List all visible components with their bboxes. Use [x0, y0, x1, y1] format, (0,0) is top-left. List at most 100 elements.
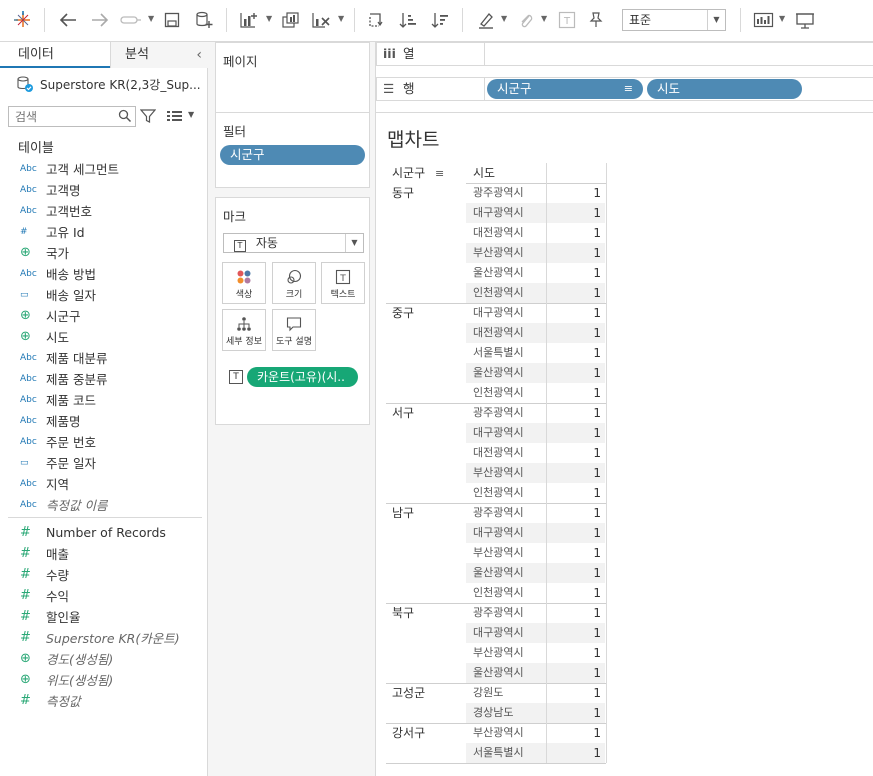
- table-row[interactable]: 부산광역시 1: [386, 543, 606, 563]
- table-row[interactable]: 대구광역시 1: [386, 423, 606, 443]
- group-members-icon[interactable]: [514, 8, 538, 32]
- table-row[interactable]: 대구광역시 1: [386, 523, 606, 543]
- field-item[interactable]: # 매출: [0, 543, 207, 564]
- table-row[interactable]: 고성군 강원도 1: [386, 683, 606, 703]
- header-sigungu[interactable]: 시군구 ≡: [392, 163, 444, 183]
- table-row[interactable]: 울산광역시 1: [386, 563, 606, 583]
- rows-shelf[interactable]: ☰ 행 시군구 ≡ 시도: [376, 77, 873, 101]
- table-row[interactable]: 동구 광주광역시 1: [386, 183, 606, 203]
- duplicate-sheet-icon[interactable]: [278, 8, 304, 32]
- table-row[interactable]: 강서구 부산광역시 1: [386, 723, 606, 743]
- table-row[interactable]: 부산광역시 1: [386, 643, 606, 663]
- field-item[interactable]: Abc 제품 코드: [0, 389, 207, 410]
- show-mark-labels-icon[interactable]: T: [554, 8, 580, 32]
- group-caret-icon[interactable]: ▼: [541, 14, 547, 23]
- row-pill-sido[interactable]: 시도: [647, 79, 802, 99]
- save-icon[interactable]: [160, 8, 184, 32]
- field-item[interactable]: ⊕ 국가: [0, 242, 207, 263]
- filters-card[interactable]: 필터 시군구: [215, 112, 370, 188]
- table-row[interactable]: 인천광역시 1: [386, 583, 606, 603]
- search-input[interactable]: [8, 106, 136, 127]
- field-item[interactable]: ▭ 주문 일자: [0, 452, 207, 473]
- clear-sheet-icon[interactable]: [308, 8, 334, 32]
- header-sido[interactable]: 시도: [473, 163, 495, 183]
- view-list-icon[interactable]: [166, 109, 184, 123]
- table-row[interactable]: 경상남도 1: [386, 703, 606, 723]
- field-item[interactable]: ⊕ 시도: [0, 326, 207, 347]
- field-item[interactable]: Abc 제품명: [0, 410, 207, 431]
- field-item[interactable]: ▭ 배송 일자: [0, 284, 207, 305]
- field-item[interactable]: Abc 제품 대분류: [0, 347, 207, 368]
- columns-shelf[interactable]: iii 열: [376, 42, 873, 66]
- presentation-mode-icon[interactable]: [792, 8, 818, 32]
- highlight-icon[interactable]: [474, 8, 498, 32]
- clear-sheet-caret-icon[interactable]: ▼: [338, 14, 344, 23]
- mark-measure-pill[interactable]: 카운트(고유)(시..: [247, 367, 358, 387]
- table-row[interactable]: 인천광역시 1: [386, 383, 606, 403]
- table-row[interactable]: 서울특별시 1: [386, 343, 606, 363]
- mark-tooltip-button[interactable]: 도구 설명: [272, 309, 316, 351]
- field-item[interactable]: # 측정값: [0, 690, 207, 711]
- table-row[interactable]: 부산광역시 1: [386, 463, 606, 483]
- filter-pill[interactable]: 시군구: [220, 145, 365, 165]
- row-pill-sigungu[interactable]: 시군구 ≡: [487, 79, 643, 99]
- pin-icon[interactable]: [584, 8, 608, 32]
- field-item[interactable]: # Superstore KR(카운트): [0, 627, 207, 648]
- table-row[interactable]: 대전광역시 1: [386, 223, 606, 243]
- tableau-logo-icon[interactable]: [10, 8, 36, 32]
- swap-rows-columns-icon[interactable]: [364, 8, 388, 32]
- undo-icon[interactable]: [56, 8, 80, 32]
- field-item[interactable]: # Number of Records: [0, 522, 207, 543]
- table-row[interactable]: 인천광역시 1: [386, 283, 606, 303]
- show-cards-icon[interactable]: [750, 8, 778, 32]
- sort-ascending-icon[interactable]: [396, 8, 420, 32]
- fit-dropdown[interactable]: 표준 ▼: [622, 9, 726, 31]
- table-row[interactable]: 울산광역시 1: [386, 663, 606, 683]
- table-row[interactable]: 서구 광주광역시 1: [386, 403, 606, 423]
- view-list-caret-icon[interactable]: ▼: [188, 110, 194, 119]
- field-item[interactable]: Abc 측정값 이름: [0, 494, 207, 515]
- mark-color-button[interactable]: 색상: [222, 262, 266, 304]
- mark-type-dropdown[interactable]: T 자동 ▼: [223, 233, 364, 253]
- field-item[interactable]: ⊕ 시군구: [0, 305, 207, 326]
- field-item[interactable]: # 수량: [0, 564, 207, 585]
- table-row[interactable]: 대구광역시 1: [386, 203, 606, 223]
- mark-text-button[interactable]: T 텍스트: [321, 262, 365, 304]
- filter-icon[interactable]: [140, 108, 156, 124]
- replay-icon[interactable]: [118, 8, 144, 32]
- field-item[interactable]: Abc 배송 방법: [0, 263, 207, 284]
- show-cards-caret-icon[interactable]: ▼: [779, 14, 785, 23]
- field-item[interactable]: # 수익: [0, 585, 207, 606]
- table-row[interactable]: 남구 광주광역시 1: [386, 503, 606, 523]
- collapse-pane-icon[interactable]: ‹: [196, 42, 202, 68]
- field-item[interactable]: Abc 제품 중분류: [0, 368, 207, 389]
- new-worksheet-icon[interactable]: [236, 8, 262, 32]
- table-row[interactable]: 대구광역시 1: [386, 623, 606, 643]
- datasource-row[interactable]: Superstore KR(2,3강_Sup...: [16, 74, 201, 94]
- replay-caret-icon[interactable]: ▼: [148, 14, 154, 23]
- table-row[interactable]: 대전광역시 1: [386, 443, 606, 463]
- highlight-caret-icon[interactable]: ▼: [501, 14, 507, 23]
- field-item[interactable]: ⊕ 경도(생성됨): [0, 648, 207, 669]
- table-row[interactable]: 인천광역시 1: [386, 483, 606, 503]
- sort-icon[interactable]: ≡: [435, 167, 444, 180]
- field-item[interactable]: Abc 고객명: [0, 179, 207, 200]
- table-row[interactable]: 중구 대구광역시 1: [386, 303, 606, 323]
- field-item[interactable]: Abc 지역: [0, 473, 207, 494]
- field-item[interactable]: # 고유 Id: [0, 221, 207, 242]
- table-row[interactable]: 서울특별시 1: [386, 743, 606, 763]
- table-row[interactable]: 대전광역시 1: [386, 323, 606, 343]
- field-item[interactable]: # 할인율: [0, 606, 207, 627]
- new-datasource-icon[interactable]: [192, 8, 216, 32]
- sort-descending-icon[interactable]: [428, 8, 452, 32]
- tab-analysis[interactable]: 분석 ‹: [110, 42, 208, 68]
- table-row[interactable]: 부산광역시 1: [386, 243, 606, 263]
- tab-data[interactable]: 데이터: [0, 42, 110, 68]
- field-item[interactable]: Abc 주문 번호: [0, 431, 207, 452]
- field-item[interactable]: Abc 고객번호: [0, 200, 207, 221]
- field-item[interactable]: ⊕ 위도(생성됨): [0, 669, 207, 690]
- mark-detail-button[interactable]: 세부 정보: [222, 309, 266, 351]
- redo-icon[interactable]: [88, 8, 112, 32]
- mark-size-button[interactable]: 크기: [272, 262, 316, 304]
- table-row[interactable]: 북구 광주광역시 1: [386, 603, 606, 623]
